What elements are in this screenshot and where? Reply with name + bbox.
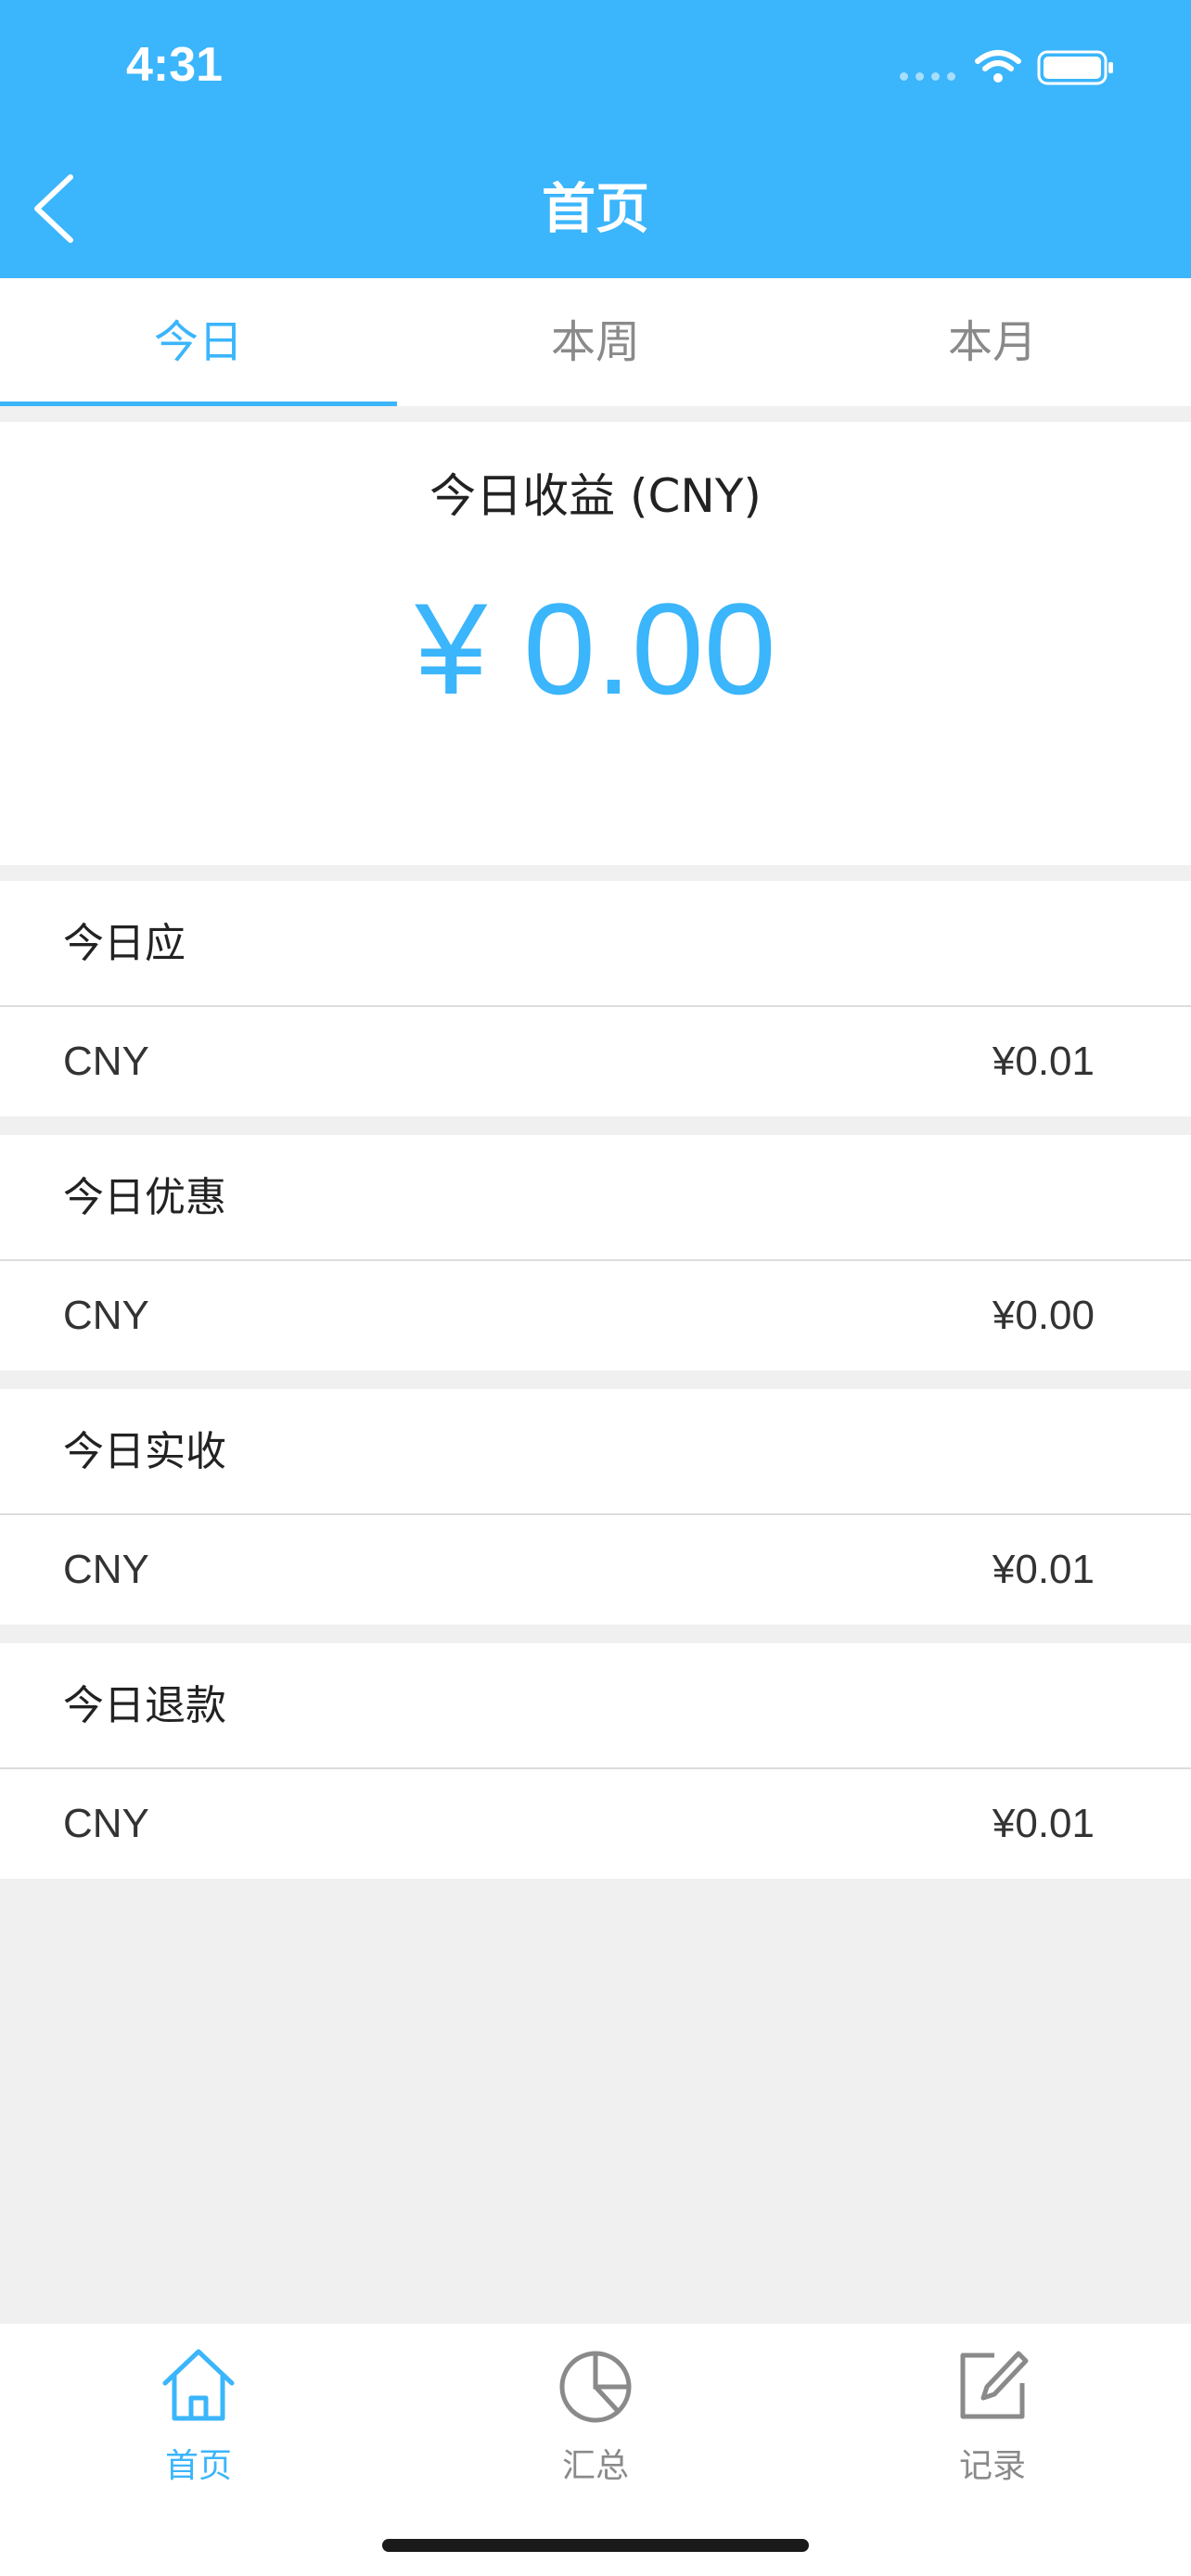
section-receivable: 今日应 CNY ¥0.01 [0, 881, 1191, 1116]
edit-icon [960, 2351, 1029, 2419]
signal-icon [900, 72, 957, 83]
header: 4:31 首页 [0, 0, 1191, 278]
nav-label: 首页 [164, 2447, 232, 2485]
currency-row: CNY ¥0.00 [0, 1261, 1191, 1371]
tab-week[interactable]: 本周 [397, 278, 794, 406]
currency-row: CNY ¥0.01 [0, 1515, 1191, 1625]
tab-month[interactable]: 本月 [794, 278, 1191, 406]
battery-icon [1037, 50, 1113, 85]
section-title: 今日优惠 [0, 1135, 1191, 1261]
section-discount: 今日优惠 CNY ¥0.00 [0, 1135, 1191, 1371]
currency-value: ¥0.00 [992, 1293, 1095, 1338]
period-tabs: 今日 本周 本月 [0, 278, 1191, 406]
nav-label: 记录 [958, 2447, 1026, 2485]
wifi-icon [975, 50, 1021, 83]
currency-code: CNY [63, 1039, 149, 1084]
currency-row: CNY ¥0.01 [0, 1007, 1191, 1116]
earnings-label: 今日收益 (CNY) [429, 469, 762, 523]
currency-code: CNY [63, 1547, 149, 1592]
currency-value: ¥0.01 [992, 1039, 1095, 1084]
section-title: 今日退款 [0, 1643, 1191, 1769]
currency-code: CNY [63, 1293, 149, 1338]
nav-label: 汇总 [561, 2447, 629, 2485]
app-screen: 4:31 首页 今日 本周 本月 今日收益 (CNY) ¥ 0.00 今日应 C… [0, 0, 1191, 2576]
nav-home[interactable]: 首页 [0, 2324, 397, 2576]
currency-value: ¥0.01 [992, 1801, 1095, 1846]
section-title: 今日实收 [0, 1389, 1191, 1515]
home-icon [162, 2349, 235, 2421]
earnings-summary: 今日收益 (CNY) ¥ 0.00 [0, 422, 1191, 865]
pie-chart-icon [559, 2351, 632, 2423]
earnings-amount: ¥ 0.00 [415, 576, 776, 721]
currency-code: CNY [63, 1801, 149, 1846]
currency-value: ¥0.01 [992, 1547, 1095, 1592]
section-title: 今日应 [0, 881, 1191, 1007]
home-indicator[interactable] [382, 2539, 809, 2552]
status-time: 4:31 [126, 38, 224, 92]
section-refund: 今日退款 CNY ¥0.01 [0, 1643, 1191, 1879]
currency-row: CNY ¥0.01 [0, 1769, 1191, 1879]
section-received: 今日实收 CNY ¥0.01 [0, 1389, 1191, 1625]
nav-records[interactable]: 记录 [794, 2324, 1191, 2576]
page-title: 首页 [541, 177, 649, 240]
tab-today[interactable]: 今日 [0, 278, 397, 406]
